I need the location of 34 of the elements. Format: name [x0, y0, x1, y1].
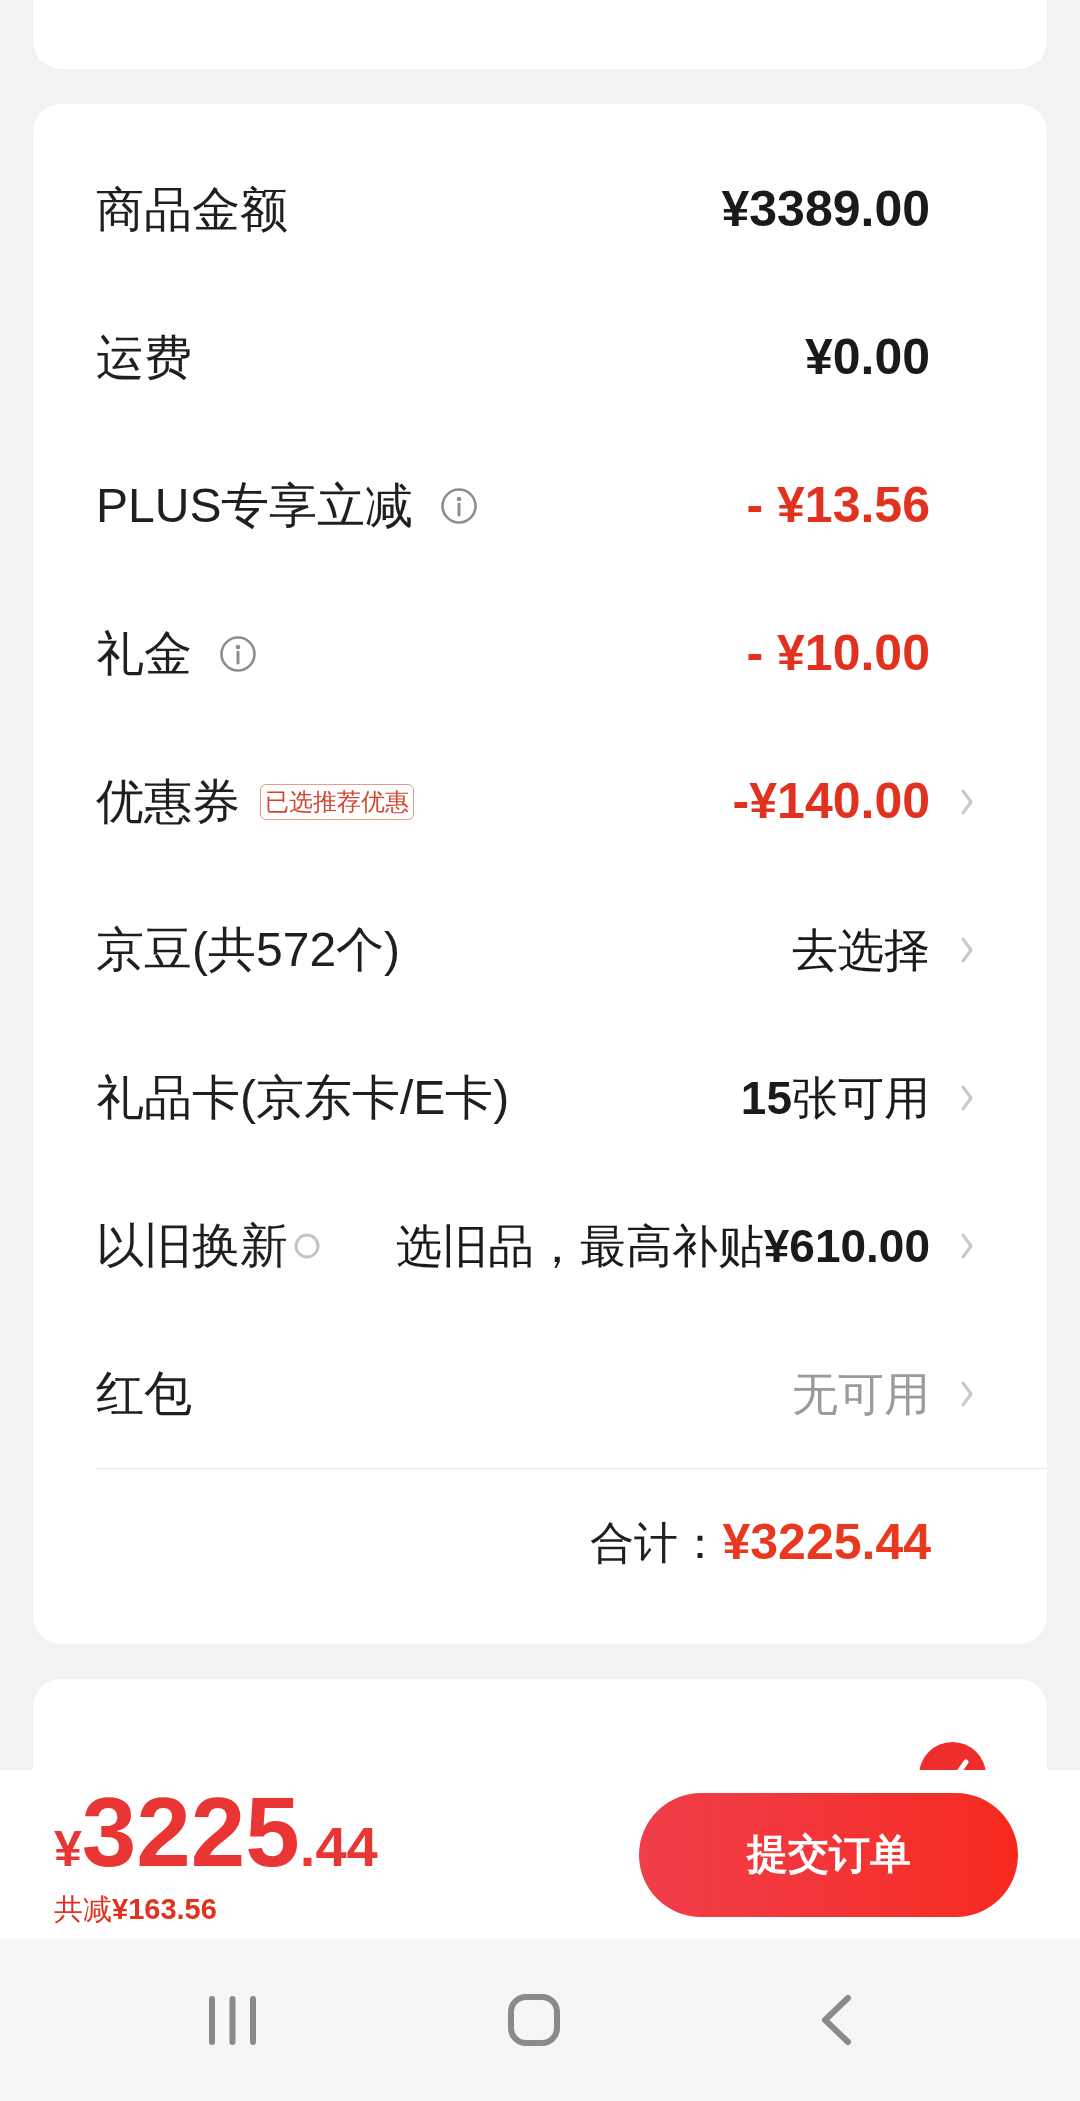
row-value: - ¥13.56: [746, 477, 930, 535]
row-label: 礼金: [96, 626, 192, 682]
submit-order-button[interactable]: 提交订单: [639, 1792, 1018, 1917]
info-icon[interactable]: [441, 488, 478, 524]
row-value[interactable]: -¥140.00: [732, 773, 930, 831]
row-label: 礼品卡(京东卡/E卡): [96, 1070, 510, 1126]
row-value: ¥0.00: [804, 329, 930, 387]
back-icon[interactable]: [820, 1994, 852, 2046]
savings-text: 共减¥163.56: [54, 1892, 218, 1927]
info-icon[interactable]: [220, 636, 256, 672]
chevron-right-icon[interactable]: [960, 1084, 974, 1112]
row-label: 红包: [96, 1366, 192, 1422]
home-icon[interactable]: [508, 1994, 560, 2046]
row-value[interactable]: 去选择: [792, 923, 930, 977]
row-value[interactable]: 选旧品，最高补贴¥610.00: [395, 1219, 930, 1273]
total-price: ¥3225.44: [54, 1782, 378, 1881]
chevron-right-icon[interactable]: [960, 788, 974, 816]
total-label: 合计：: [590, 1517, 723, 1569]
row-label: 商品金额: [96, 182, 288, 238]
chevron-right-icon[interactable]: [960, 1232, 974, 1260]
chevron-right-icon[interactable]: [960, 1380, 974, 1408]
row-label: PLUS专享立减: [96, 478, 414, 534]
row-value: ¥3389.00: [721, 181, 930, 239]
row-label: 优惠券: [96, 774, 240, 830]
row-label: 以旧换新: [96, 1218, 288, 1274]
total-value: ¥3225.44: [722, 1514, 931, 1572]
row-label: 京豆(共572个): [96, 922, 401, 978]
chevron-right-icon[interactable]: [960, 936, 974, 964]
recents-icon[interactable]: [208, 1994, 257, 2046]
row-value[interactable]: 15张可用: [740, 1071, 930, 1125]
row-value: - ¥10.00: [746, 625, 930, 683]
coupon-tag: 已选推荐优惠: [260, 784, 414, 820]
ring-icon: [294, 1233, 320, 1259]
row-label: 运费: [96, 330, 192, 386]
